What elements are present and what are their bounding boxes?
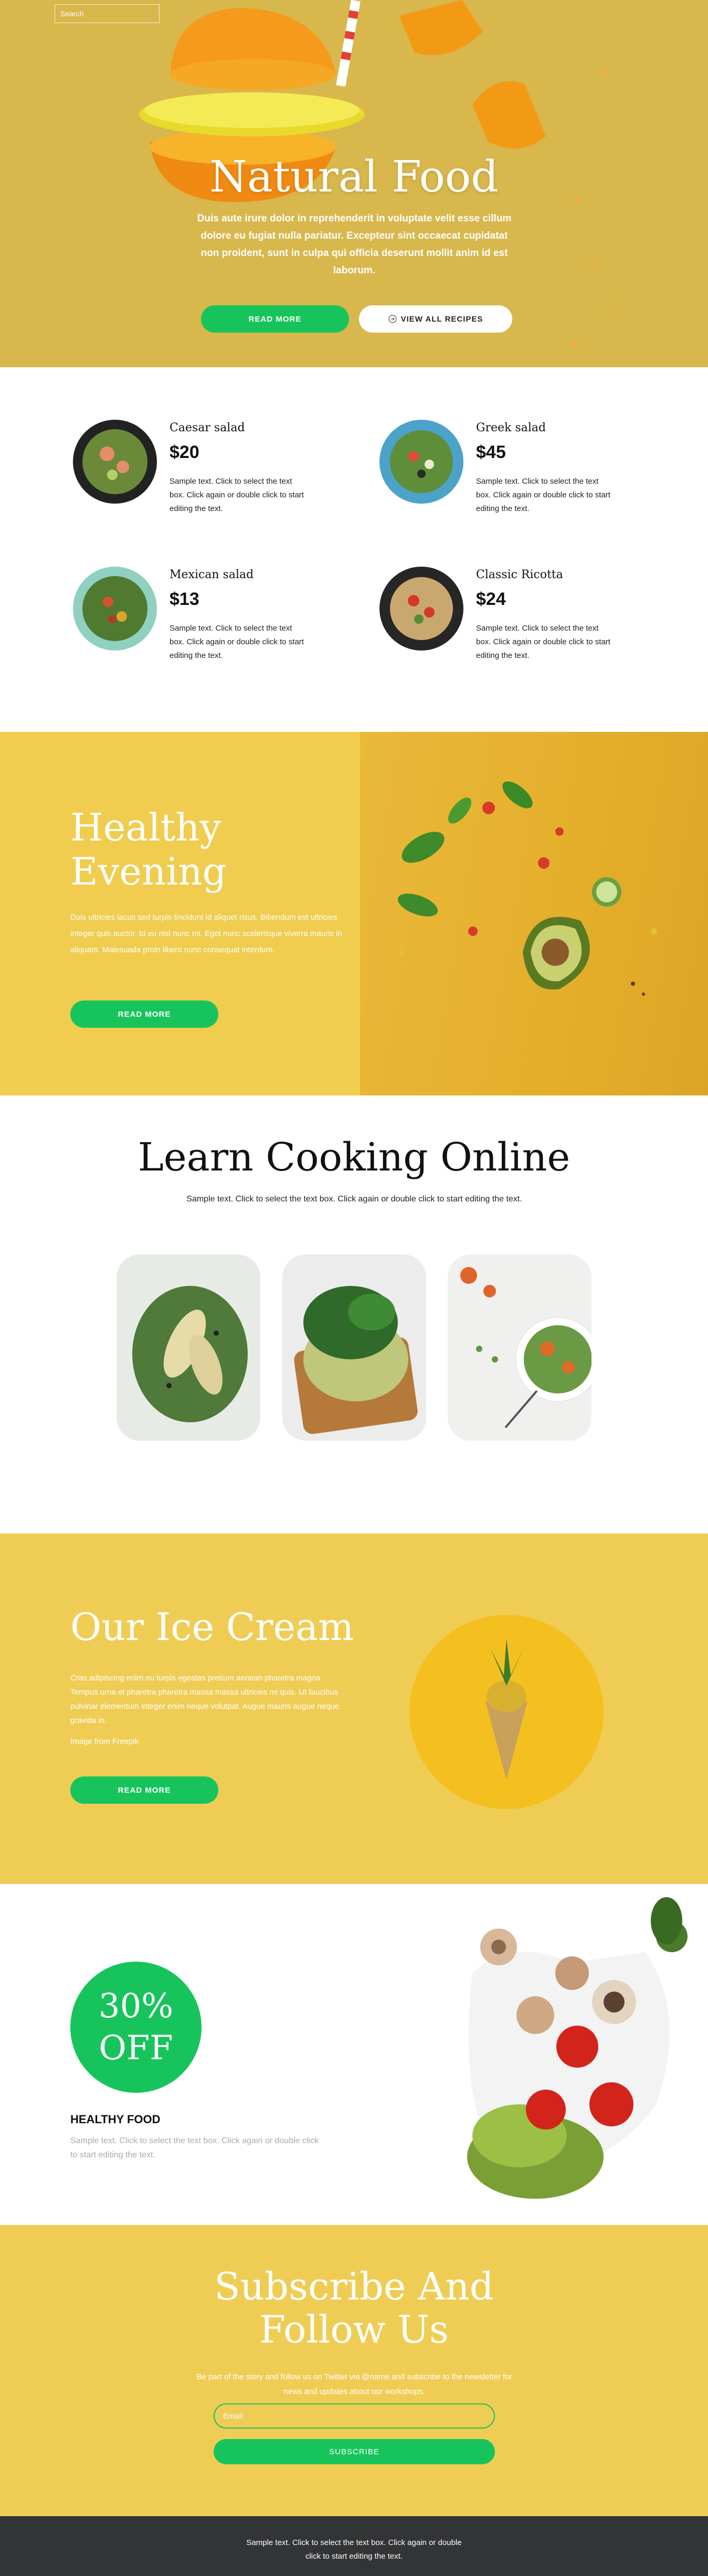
offer-text: Sample text. Click to select the text bo… [70, 2136, 319, 2159]
recipe-card[interactable] [282, 1254, 426, 1441]
greek-salad-image [379, 420, 463, 504]
ice-cream-section: Our Ice Cream Cras adipiscing enim eu tu… [0, 1534, 708, 1884]
footer: Sample text. Click to select the text bo… [0, 2516, 708, 2576]
offer-section: 30% OFF HEALTHY FOOD Sample text. Click … [0, 1884, 708, 2225]
dish-name: Greek salad [476, 421, 546, 434]
learn-cooking-section: Learn Cooking Online Sample text. Click … [0, 1095, 708, 1534]
dish-name: Caesar salad [170, 421, 245, 434]
search-input[interactable] [60, 9, 155, 18]
offer-heading: HEALTHY FOOD [70, 2113, 161, 2126]
dish-description: Sample text. Click to select the text bo… [476, 624, 610, 660]
salad-mushrooms-image [467, 1897, 688, 2199]
caesar-salad-image [73, 420, 157, 504]
classic-ricotta-image [379, 567, 463, 651]
footer-line1: Sample text. Click to select the text bo… [246, 2538, 462, 2547]
healthy-text: Duis ultricies lacus sed turpis tincidun… [70, 913, 342, 954]
healthy-title-line2: Evening [70, 849, 227, 893]
image-credit-prefix: Image from [70, 1737, 110, 1746]
menu-section: Caesar salad $20 Sample text. Click to s… [0, 367, 708, 732]
dish-name: Mexican salad [170, 568, 254, 581]
discount-label: OFF [99, 2029, 173, 2068]
vegetable-bowl-image [448, 1254, 591, 1441]
hero-section: Natural Food Duis aute irure dolor in re… [0, 0, 708, 367]
healthy-read-more-button[interactable]: READ MORE [70, 1000, 218, 1028]
menu-item: Greek salad $45 Sample text. Click to se… [377, 417, 650, 538]
view-all-recipes-label: VIEW ALL RECIPES [400, 314, 483, 324]
dish-description: Sample text. Click to select the text bo… [476, 477, 610, 513]
mexican-salad-image [73, 567, 157, 651]
dish-name: Classic Ricotta [476, 568, 563, 581]
menu-item: Mexican salad $13 Sample text. Click to … [70, 564, 343, 685]
dish-description: Sample text. Click to select the text bo… [170, 624, 304, 660]
pear-salad-image [117, 1254, 260, 1441]
search-box[interactable] [55, 4, 160, 23]
read-more-button[interactable]: READ MORE [201, 305, 349, 333]
discount-badge: 30% OFF [70, 1962, 202, 2093]
menu-item: Caesar salad $20 Sample text. Click to s… [70, 417, 343, 538]
image-credit: Image from Freepik [70, 1737, 139, 1746]
dish-price: $13 [170, 589, 199, 609]
view-all-recipes-button[interactable]: VIEW ALL RECIPES [359, 305, 512, 333]
footer-text: Sample text. Click to select the text bo… [0, 2536, 708, 2563]
ice-cream-title: Our Ice Cream [70, 1605, 354, 1649]
recipe-card[interactable] [448, 1254, 591, 1441]
learn-text: Sample text. Click to select the text bo… [186, 1195, 522, 1204]
healthy-title: Healthy Evening [70, 805, 227, 893]
healthy-title-line1: Healthy [70, 805, 221, 849]
email-field[interactable] [214, 2403, 495, 2429]
subscribe-title-line2: Follow Us [259, 2307, 449, 2351]
recipe-card[interactable] [117, 1254, 260, 1441]
freepik-link[interactable]: Freepik [112, 1737, 139, 1746]
subscribe-text: Be part of the story and follow us on Tw… [196, 2372, 512, 2396]
subscribe-section: Subscribe And Follow Us Be part of the s… [0, 2225, 708, 2516]
healthy-image-panel [360, 732, 708, 1095]
dish-description: Sample text. Click to select the text bo… [170, 477, 304, 513]
learn-title: Learn Cooking Online [138, 1135, 570, 1180]
subscribe-title: Subscribe And Follow Us [0, 2265, 708, 2351]
footer-line2: click to start editing the text. [305, 2552, 403, 2561]
avocado-toast-image [282, 1254, 426, 1441]
hero-text: Duis aute irure dolor in reprehenderit i… [197, 213, 512, 276]
healthy-evening-section: Healthy Evening Duis ultricies lacus sed… [0, 732, 708, 1095]
dish-price: $20 [170, 442, 199, 462]
ice-cream-text: Cras adipiscing enim eu turpis egestas p… [70, 1674, 340, 1725]
arrow-circle-icon [388, 315, 397, 323]
ice-cream-read-more-button[interactable]: READ MORE [70, 1776, 218, 1804]
discount-percent: 30% [98, 1987, 174, 2026]
subscribe-title-line1: Subscribe And [214, 2264, 494, 2308]
menu-item: Classic Ricotta $24 Sample text. Click t… [377, 564, 650, 685]
pineapple-cone-image [409, 1615, 604, 1809]
hero-title: Natural Food [209, 152, 499, 202]
floating-vegetables-image [397, 781, 657, 996]
subscribe-button[interactable]: SUBSCRIBE [214, 2439, 495, 2464]
dish-price: $45 [476, 442, 506, 462]
dish-price: $24 [476, 589, 506, 609]
